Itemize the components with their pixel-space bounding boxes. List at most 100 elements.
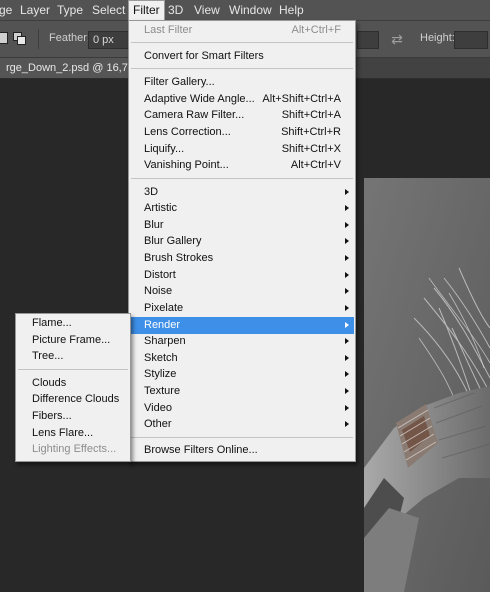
menu-layer[interactable]: Layer [16,0,54,20]
menu-item-label: Pixelate [144,302,184,314]
canvas-photo[interactable] [364,178,490,592]
menu-item-clouds[interactable]: Clouds [16,375,130,392]
menu-item-label: Blur Gallery [144,235,202,247]
menu-item-stylize[interactable]: Stylize [129,366,355,383]
submenu-arrow-icon [345,371,349,377]
menu-item-label: Last Filter [144,24,193,36]
menu-item-label: Lens Flare... [32,427,94,439]
selection-mode-icon[interactable] [0,32,8,44]
menu-separator [18,369,128,370]
menu-item-shortcut: Shift+Ctrl+R [281,126,341,138]
menu-item-label: Clouds [32,377,67,389]
menu-item-liquify[interactable]: Liquify... Shift+Ctrl+X [129,141,355,158]
menu-item-label: Texture [144,385,181,397]
menu-item-shortcut: Alt+Shift+Ctrl+A [262,93,341,105]
menu-item-filter-gallery[interactable]: Filter Gallery... [129,74,355,91]
submenu-arrow-icon [345,272,349,278]
filter-menu: Last Filter Alt+Ctrl+F Convert for Smart… [128,20,356,462]
feather-label: Feather: [49,32,90,44]
swap-dimensions-icon[interactable]: ⇄ [388,30,406,48]
menu-item-label: Artistic [144,202,177,214]
width-input[interactable] [357,31,379,49]
submenu-arrow-icon [345,388,349,394]
document-tab[interactable]: rge_Down_2.psd @ 16,7% (T [0,58,134,78]
menu-window[interactable]: Window [225,0,276,20]
menu-item-label: Brush Strokes [144,252,214,264]
menu-item-pixelate[interactable]: Pixelate [129,300,355,317]
submenu-arrow-icon [345,288,349,294]
submenu-arrow-icon [345,238,349,244]
menu-item-camera-raw-filter[interactable]: Camera Raw Filter... Shift+Ctrl+A [129,107,355,124]
render-submenu: Flame... Picture Frame... Tree... Clouds… [15,313,131,462]
menu-item-lighting-effects: Lighting Effects... [16,441,130,458]
submenu-arrow-icon [345,305,349,311]
menu-item-label: Stylize [144,368,177,380]
menu-item-video[interactable]: Video [129,400,355,417]
menu-item-label: Vanishing Point... [144,159,229,171]
menu-bar: ge Layer Type Select Filter 3D View Wind… [0,0,490,21]
menu-separator [131,437,353,438]
menu-item-artistic[interactable]: Artistic [129,200,355,217]
submenu-arrow-icon [345,338,349,344]
menu-item-browse-filters-online[interactable]: Browse Filters Online... [129,442,355,459]
menu-item-label: Adaptive Wide Angle... [144,93,255,105]
menu-item-label: Video [144,402,172,414]
menu-separator [131,178,353,179]
menu-item-label: Blur [144,219,164,231]
menu-item-vanishing-point[interactable]: Vanishing Point... Alt+Ctrl+V [129,157,355,174]
menu-item-distort[interactable]: Distort [129,267,355,284]
menu-item-shortcut: Shift+Ctrl+A [281,109,341,121]
menu-item-render[interactable]: Render [130,317,354,334]
menu-item-lens-flare[interactable]: Lens Flare... [16,425,130,442]
menu-item-sketch[interactable]: Sketch [129,350,355,367]
menu-item-label: Distort [144,269,176,281]
submenu-arrow-icon [345,189,349,195]
submenu-arrow-icon [345,355,349,361]
menu-item-label: Picture Frame... [32,334,111,346]
menu-item-lens-correction[interactable]: Lens Correction... Shift+Ctrl+R [129,124,355,141]
feather-input[interactable]: 0 px [88,31,132,49]
menu-item-tree[interactable]: Tree... [16,348,130,365]
height-label: Height: [420,32,455,44]
add-to-selection-icon[interactable] [13,32,26,45]
menu-item-label: Flame... [32,317,72,329]
menu-item-label: 3D [144,186,159,198]
menu-item-blur[interactable]: Blur [129,217,355,234]
menu-item-noise[interactable]: Noise [129,283,355,300]
menu-separator [131,68,353,69]
menu-item-texture[interactable]: Texture [129,383,355,400]
menu-select[interactable]: Select [88,0,129,20]
menu-item-last-filter: Last Filter Alt+Ctrl+F [129,22,355,39]
menu-item-label: Sharpen [144,335,186,347]
menu-item-label: Noise [144,285,173,297]
menu-item-brush-strokes[interactable]: Brush Strokes [129,250,355,267]
menu-help[interactable]: Help [275,0,308,20]
menu-3d[interactable]: 3D [164,0,187,20]
submenu-arrow-icon [345,322,349,328]
menu-item-shortcut: Alt+Ctrl+V [290,159,341,171]
menu-item-blur-gallery[interactable]: Blur Gallery [129,233,355,250]
menu-item-flame[interactable]: Flame... [16,315,130,332]
menu-item-picture-frame[interactable]: Picture Frame... [16,332,130,349]
divider [38,29,39,49]
menu-item-other[interactable]: Other [129,416,355,433]
menu-item-sharpen[interactable]: Sharpen [129,333,355,350]
menu-item-label: Lens Correction... [144,126,231,138]
menu-item-difference-clouds[interactable]: Difference Clouds [16,391,130,408]
menu-item-convert-smart-filters[interactable]: Convert for Smart Filters [129,48,355,65]
menu-item-shortcut: Shift+Ctrl+X [281,143,341,155]
submenu-arrow-icon [345,405,349,411]
menu-item-shortcut: Alt+Ctrl+F [291,24,341,36]
menu-view[interactable]: View [190,0,224,20]
menu-image[interactable]: ge [0,0,16,20]
menu-item-label: Convert for Smart Filters [144,50,264,62]
height-input[interactable] [454,31,488,49]
submenu-arrow-icon [345,205,349,211]
menu-item-label: Lighting Effects... [32,443,117,455]
menu-item-3d[interactable]: 3D [129,184,355,201]
menu-item-label: Render [144,319,181,331]
menu-type[interactable]: Type [53,0,87,20]
menu-item-adaptive-wide-angle[interactable]: Adaptive Wide Angle... Alt+Shift+Ctrl+A [129,91,355,108]
menu-filter[interactable]: Filter [128,0,165,21]
menu-item-fibers[interactable]: Fibers... [16,408,130,425]
